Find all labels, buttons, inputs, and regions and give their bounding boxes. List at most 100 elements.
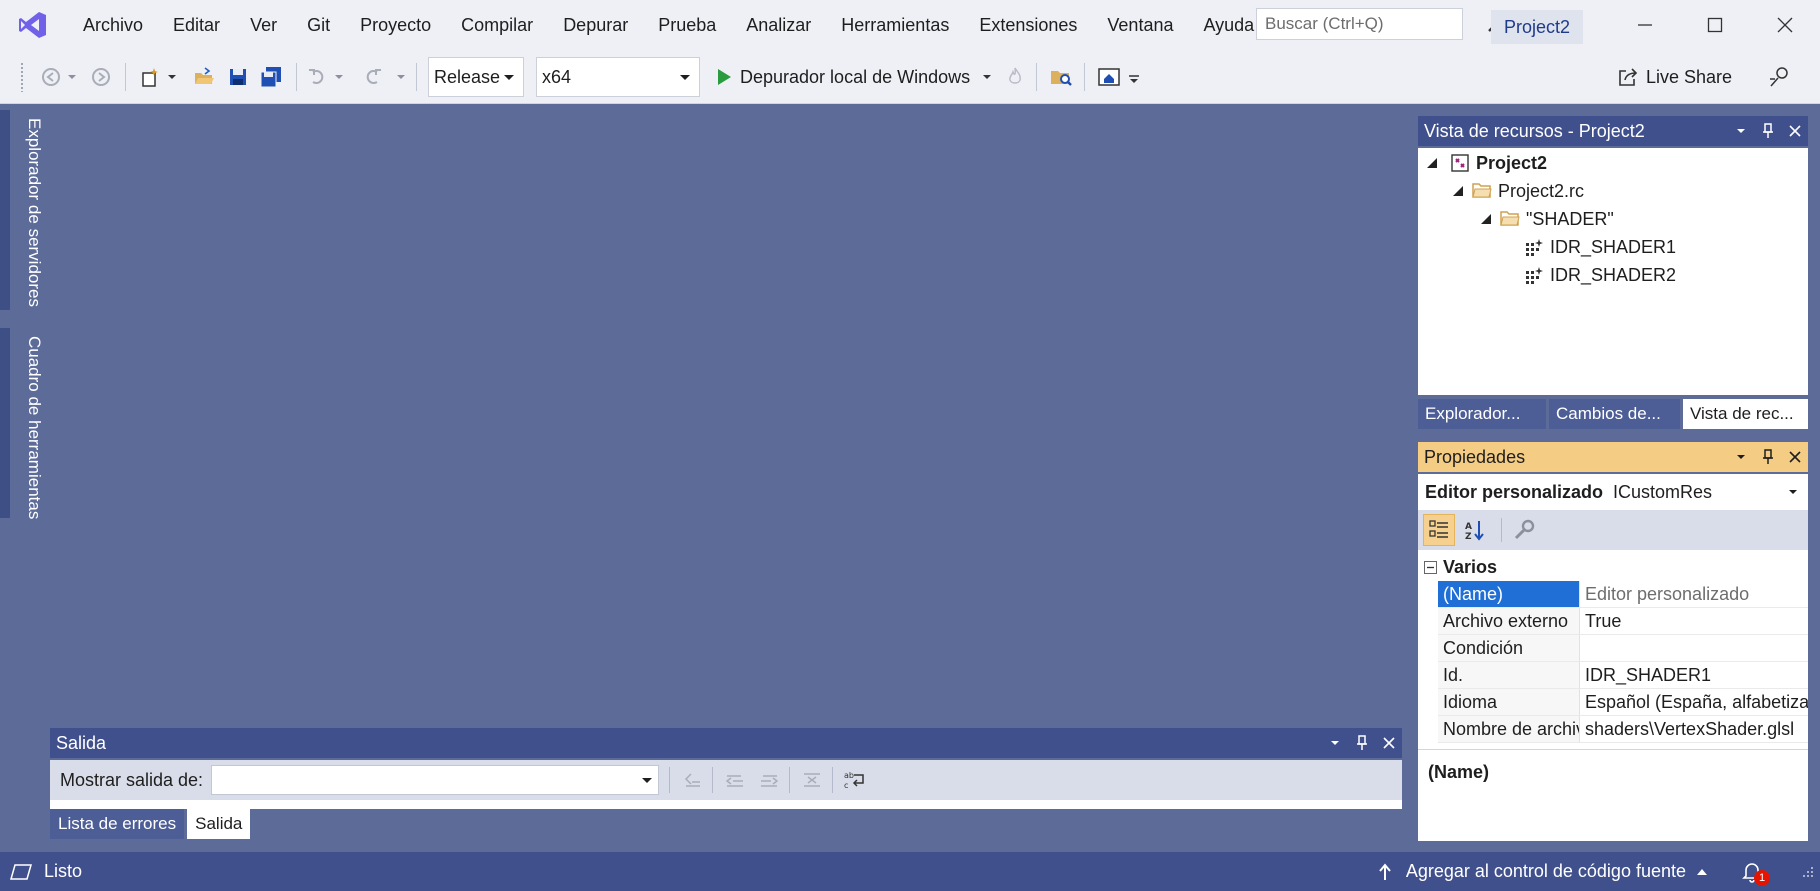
- menu-editar[interactable]: Editar: [158, 0, 235, 50]
- add-to-source-control-arrow-icon[interactable]: [1378, 862, 1392, 881]
- navigate-back-icon[interactable]: [38, 50, 64, 104]
- close-icon[interactable]: [1375, 728, 1402, 758]
- tab-error-list[interactable]: Lista de errores: [50, 809, 185, 839]
- menu-proyecto[interactable]: Proyecto: [345, 0, 446, 50]
- pin-icon[interactable]: [1348, 728, 1375, 758]
- solution-platform-select[interactable]: x64: [536, 57, 700, 97]
- collapse-arrow-icon[interactable]: [1452, 185, 1472, 197]
- minimize-button[interactable]: [1610, 0, 1680, 50]
- add-to-source-control-button[interactable]: Agregar al control de código fuente: [1406, 861, 1686, 882]
- redo-dropdown-icon[interactable]: [394, 50, 408, 104]
- pin-icon[interactable]: [1754, 116, 1781, 146]
- collapse-minus-icon[interactable]: [1424, 561, 1437, 574]
- categorized-view-icon[interactable]: [1423, 514, 1455, 546]
- clear-all-icon[interactable]: [796, 764, 828, 796]
- menu-analizar[interactable]: Analizar: [731, 0, 826, 50]
- tab-output[interactable]: Salida: [187, 809, 251, 839]
- panel-options-icon[interactable]: [1321, 728, 1348, 758]
- toolbar-grip[interactable]: [20, 62, 24, 92]
- go-to-message-icon[interactable]: [676, 764, 708, 796]
- property-row-condition[interactable]: Condición: [1438, 635, 1808, 662]
- property-category-varios[interactable]: Varios: [1418, 554, 1808, 581]
- toolbar-overflow-icon[interactable]: [1126, 50, 1142, 104]
- redo-icon[interactable]: [360, 50, 386, 104]
- navigate-forward-icon[interactable]: [88, 50, 114, 104]
- property-row-file-name[interactable]: Nombre de archivo shaders\VertexShader.g…: [1438, 716, 1808, 743]
- new-project-icon[interactable]: [136, 50, 164, 104]
- menu-prueba[interactable]: Prueba: [643, 0, 731, 50]
- toggle-word-wrap-icon[interactable]: ab c: [839, 764, 871, 796]
- menu-ventana[interactable]: Ventana: [1092, 0, 1188, 50]
- maximize-button[interactable]: [1680, 0, 1750, 50]
- menu-ver[interactable]: Ver: [235, 0, 292, 50]
- menu-depurar[interactable]: Depurar: [548, 0, 643, 50]
- menu-git[interactable]: Git: [292, 0, 345, 50]
- open-folder-icon[interactable]: [190, 50, 218, 104]
- close-icon[interactable]: [1781, 116, 1808, 146]
- properties-title: Propiedades: [1424, 446, 1526, 467]
- save-all-icon[interactable]: [256, 50, 286, 104]
- resize-grip-icon[interactable]: [1802, 866, 1814, 878]
- property-row-language[interactable]: Idioma Español (España, alfabetización i…: [1438, 689, 1808, 716]
- hot-reload-icon[interactable]: [1002, 50, 1028, 104]
- start-debugging-button[interactable]: Depurador local de Windows: [740, 50, 980, 104]
- panel-options-icon[interactable]: [1727, 116, 1754, 146]
- chevron-down-icon[interactable]: [1788, 487, 1798, 497]
- debugger-dropdown-icon[interactable]: [980, 50, 994, 104]
- tree-node-project[interactable]: Project2: [1426, 150, 1547, 176]
- live-share-icon[interactable]: [1614, 50, 1642, 104]
- tab-resource-view[interactable]: Vista de rec...: [1683, 399, 1808, 429]
- search-input[interactable]: [1257, 10, 1486, 38]
- property-value[interactable]: True: [1580, 608, 1808, 634]
- tree-node-idr-shader1[interactable]: IDR_SHADER1: [1524, 234, 1676, 260]
- property-value[interactable]: shaders\VertexShader.glsl: [1580, 716, 1808, 742]
- tree-node-shader-folder[interactable]: "SHADER": [1480, 206, 1614, 232]
- menu-compilar[interactable]: Compilar: [446, 0, 548, 50]
- pin-icon[interactable]: [1754, 442, 1781, 472]
- notifications-bell-icon[interactable]: 1: [1742, 861, 1770, 886]
- previous-message-icon[interactable]: [719, 764, 751, 796]
- close-window-button[interactable]: [1750, 0, 1820, 50]
- property-row-external-file[interactable]: Archivo externo True: [1438, 608, 1808, 635]
- property-row-name[interactable]: (Name) Editor personalizado: [1438, 581, 1808, 608]
- menu-herramientas[interactable]: Herramientas: [826, 0, 964, 50]
- tab-toolbox[interactable]: Cuadro de herramientas: [10, 328, 44, 519]
- output-window-icon[interactable]: [10, 863, 32, 881]
- resource-view-header: Vista de recursos - Project2: [1418, 116, 1808, 146]
- property-value[interactable]: [1580, 635, 1808, 661]
- properties-object-selector[interactable]: Editor personalizado ICustomRes: [1418, 474, 1808, 510]
- alphabetical-sort-icon[interactable]: AZ: [1459, 514, 1491, 546]
- next-message-icon[interactable]: [753, 764, 785, 796]
- output-source-select[interactable]: [211, 765, 660, 795]
- chevron-up-icon[interactable]: [1696, 867, 1708, 877]
- tab-solution-explorer[interactable]: Explorador...: [1418, 399, 1546, 429]
- start-debugging-play-icon[interactable]: [712, 50, 736, 104]
- browser-link-icon[interactable]: [1094, 50, 1124, 104]
- undo-icon[interactable]: [304, 50, 330, 104]
- search-box[interactable]: [1256, 8, 1505, 40]
- tree-node-rc-file[interactable]: Project2.rc: [1452, 178, 1584, 204]
- collapse-arrow-icon[interactable]: [1426, 157, 1450, 169]
- tree-node-idr-shader2[interactable]: IDR_SHADER2: [1524, 262, 1676, 288]
- menu-archivo[interactable]: Archivo: [68, 0, 158, 50]
- close-icon[interactable]: [1781, 442, 1808, 472]
- menu-extensiones[interactable]: Extensiones: [964, 0, 1092, 50]
- panel-options-icon[interactable]: [1727, 442, 1754, 472]
- save-icon[interactable]: [224, 50, 252, 104]
- property-value[interactable]: IDR_SHADER1: [1580, 662, 1808, 688]
- tab-server-explorer[interactable]: Explorador de servidores: [10, 110, 44, 310]
- property-pages-wrench-icon[interactable]: [1508, 514, 1540, 546]
- new-project-dropdown-icon[interactable]: [164, 50, 180, 104]
- find-in-files-icon[interactable]: [1046, 50, 1076, 104]
- undo-dropdown-icon[interactable]: [332, 50, 346, 104]
- resource-panel-tabs: Explorador... Cambios de... Vista de rec…: [1418, 399, 1811, 429]
- collapse-arrow-icon[interactable]: [1480, 213, 1500, 225]
- property-row-id[interactable]: Id. IDR_SHADER1: [1438, 662, 1808, 689]
- live-share-button[interactable]: Live Share: [1646, 50, 1758, 104]
- navigate-back-dropdown-icon[interactable]: [64, 50, 80, 104]
- solution-configuration-select[interactable]: Release: [428, 57, 524, 97]
- property-value[interactable]: Español (España, alfabetización internac…: [1580, 689, 1808, 715]
- output-text-area[interactable]: [50, 800, 1402, 809]
- tab-git-changes[interactable]: Cambios de...: [1549, 399, 1680, 429]
- feedback-icon[interactable]: [1764, 50, 1794, 104]
